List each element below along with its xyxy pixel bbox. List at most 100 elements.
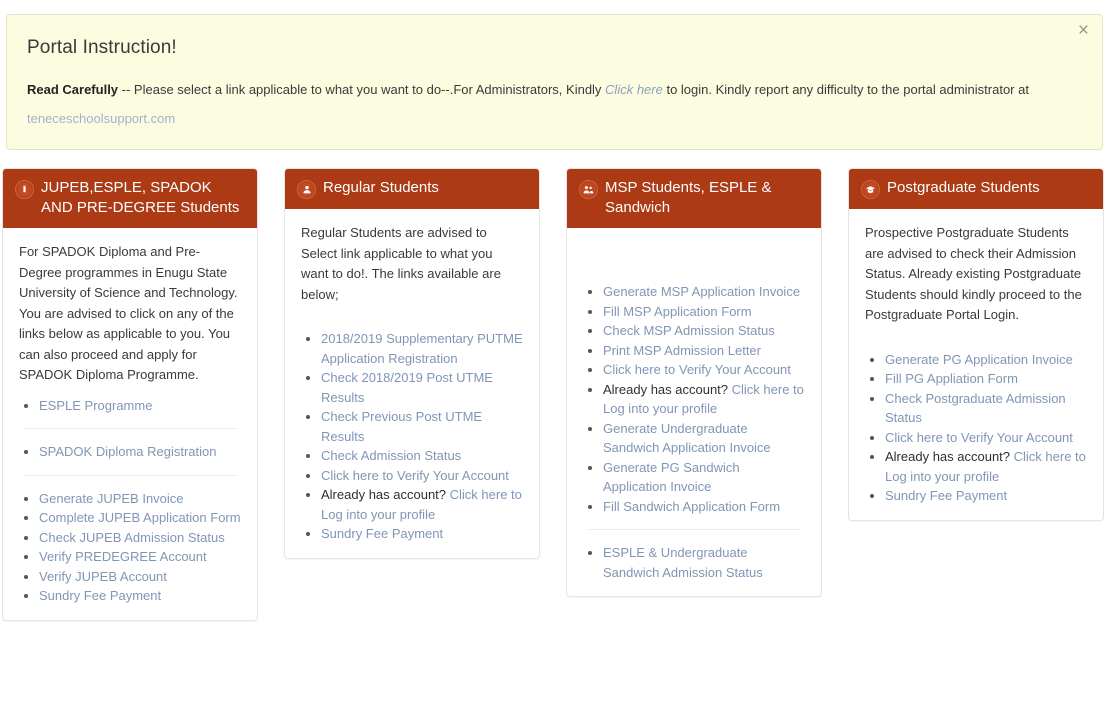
- link-generate-pg-sandwich-invoice[interactable]: Generate PG Sandwich Application Invoice: [603, 460, 740, 495]
- alert-lead: Read Carefully: [27, 82, 119, 97]
- link-generate-jupeb-invoice[interactable]: Generate JUPEB Invoice: [39, 491, 184, 506]
- panel-postgraduate-students-description: Prospective Postgraduate Students are ad…: [865, 225, 1082, 322]
- panel-msp-students: MSP Students, ESPLE & Sandwich Generate …: [566, 168, 822, 597]
- panel-regular-students: Regular Students Regular Students are ad…: [284, 168, 540, 559]
- list-item: Check MSP Admission Status: [603, 321, 805, 341]
- list-item: ESPLE & Undergraduate Sandwich Admission…: [603, 543, 805, 582]
- list-item: Generate MSP Application Invoice: [603, 282, 805, 302]
- panel-jupeb-body: For SPADOK Diploma and Pre-Degree progra…: [3, 228, 257, 620]
- portal-instruction-alert: × Portal Instruction! Read Carefully -- …: [6, 14, 1103, 150]
- link-fill-sandwich-application-form[interactable]: Fill Sandwich Application Form: [603, 499, 780, 514]
- link-generate-msp-application-invoice[interactable]: Generate MSP Application Invoice: [603, 284, 800, 299]
- admin-login-link[interactable]: Click here: [605, 82, 663, 97]
- panel-jupeb-description: For SPADOK Diploma and Pre-Degree progra…: [19, 244, 238, 382]
- panel-jupeb-header: JUPEB,ESPLE, SPADOK AND PRE-DEGREE Stude…: [3, 169, 257, 228]
- list-item: Sundry Fee Payment: [39, 586, 241, 606]
- list-item: ESPLE Programme: [39, 396, 241, 416]
- link-esple-programme[interactable]: ESPLE Programme: [39, 398, 152, 413]
- list-item: Generate JUPEB Invoice: [39, 489, 241, 509]
- panel-jupeb-list-1: ESPLE Programme: [19, 396, 241, 416]
- panel-postgraduate-students: Postgraduate Students Prospective Postgr…: [848, 168, 1104, 521]
- support-link[interactable]: teneceschoolsupport.com: [27, 111, 175, 126]
- panel-regular-students-header: Regular Students: [285, 169, 539, 209]
- link-check-previous-post-utme-results[interactable]: Check Previous Post UTME Results: [321, 409, 482, 444]
- link-verify-your-account[interactable]: Click here to Verify Your Account: [603, 362, 791, 377]
- panel-jupeb-title: JUPEB,ESPLE, SPADOK AND PRE-DEGREE Stude…: [41, 179, 240, 216]
- panel-msp-students-list-1: Generate MSP Application Invoice Fill MS…: [583, 282, 805, 516]
- link-supplementary-putme-registration[interactable]: 2018/2019 Supplementary PUTME Applicatio…: [321, 331, 523, 366]
- link-complete-jupeb-application-form[interactable]: Complete JUPEB Application Form: [39, 510, 241, 525]
- list-item: Sundry Fee Payment: [885, 486, 1087, 506]
- list-item: Check 2018/2019 Post UTME Results: [321, 368, 523, 407]
- link-verify-jupeb-account[interactable]: Verify JUPEB Account: [39, 569, 167, 584]
- list-item: Click here to Verify Your Account: [603, 360, 805, 380]
- alert-message: Read Carefully -- Please select a link a…: [27, 75, 1037, 133]
- list-item: Verify PREDEGREE Account: [39, 547, 241, 567]
- panel-jupeb-list-2: SPADOK Diploma Registration: [19, 442, 241, 462]
- panel-regular-students-body: Regular Students are advised to Select l…: [285, 209, 539, 558]
- link-check-msp-admission-status[interactable]: Check MSP Admission Status: [603, 323, 775, 338]
- link-spadok-diploma-registration[interactable]: SPADOK Diploma Registration: [39, 444, 217, 459]
- link-sundry-fee-payment[interactable]: Sundry Fee Payment: [885, 488, 1007, 503]
- panel-msp-students-list-2: ESPLE & Undergraduate Sandwich Admission…: [583, 543, 805, 582]
- divider: [23, 428, 237, 429]
- list-item: Check Admission Status: [321, 446, 523, 466]
- link-verify-your-account[interactable]: Click here to Verify Your Account: [885, 430, 1073, 445]
- panel-msp-students-header: MSP Students, ESPLE & Sandwich: [567, 169, 821, 228]
- link-fill-msp-application-form[interactable]: Fill MSP Application Form: [603, 304, 752, 319]
- panel-regular-students-description: Regular Students are advised to Select l…: [301, 225, 501, 302]
- list-item: Check JUPEB Admission Status: [39, 528, 241, 548]
- alert-text-before-link: -- Please select a link applicable to wh…: [118, 82, 606, 97]
- panel-msp-students-body: Generate MSP Application Invoice Fill MS…: [567, 228, 821, 596]
- panel-postgraduate-students-title: Postgraduate Students: [887, 179, 1040, 196]
- link-check-admission-status[interactable]: Check Admission Status: [321, 448, 461, 463]
- already-has-account-label: Already has account?: [885, 449, 1014, 464]
- info-badge-icon: [15, 180, 34, 199]
- panel-regular-students-list: 2018/2019 Supplementary PUTME Applicatio…: [301, 329, 523, 544]
- already-has-account-label: Already has account?: [603, 381, 732, 397]
- close-icon[interactable]: ×: [1078, 21, 1089, 40]
- already-has-account-label: Already has account?: [321, 487, 450, 502]
- list-item: Fill MSP Application Form: [603, 302, 805, 322]
- list-item: Check Previous Post UTME Results: [321, 407, 523, 446]
- link-verify-predegree-account[interactable]: Verify PREDEGREE Account: [39, 549, 207, 564]
- alert-title: Portal Instruction!: [27, 37, 177, 58]
- panel-jupeb: JUPEB,ESPLE, SPADOK AND PRE-DEGREE Stude…: [2, 168, 258, 621]
- panel-jupeb-list-3: Generate JUPEB Invoice Complete JUPEB Ap…: [19, 489, 241, 606]
- link-verify-your-account[interactable]: Click here to Verify Your Account: [321, 468, 509, 483]
- link-fill-pg-application-form[interactable]: Fill PG Appliation Form: [885, 371, 1018, 386]
- list-item: Generate PG Application Invoice: [885, 350, 1087, 370]
- link-sundry-fee-payment[interactable]: Sundry Fee Payment: [321, 526, 443, 541]
- list-item: Generate PG Sandwich Application Invoice: [603, 458, 805, 497]
- list-item: Sundry Fee Payment: [321, 524, 523, 544]
- link-check-jupeb-admission-status[interactable]: Check JUPEB Admission Status: [39, 530, 225, 545]
- list-item: Already has account? Click here to Log i…: [603, 380, 805, 419]
- list-item: Print MSP Admission Letter: [603, 341, 805, 361]
- list-item: Fill Sandwich Application Form: [603, 497, 805, 517]
- list-item: Fill PG Appliation Form: [885, 369, 1087, 389]
- link-check-postgraduate-admission-status[interactable]: Check Postgraduate Admission Status: [885, 391, 1066, 426]
- alert-text-after-link: to login. Kindly report any difficulty t…: [662, 82, 1029, 97]
- panel-postgraduate-students-list: Generate PG Application Invoice Fill PG …: [865, 350, 1087, 506]
- link-sundry-fee-payment[interactable]: Sundry Fee Payment: [39, 588, 161, 603]
- link-esple-undergraduate-sandwich-admission-status[interactable]: ESPLE & Undergraduate Sandwich Admission…: [603, 545, 763, 580]
- list-item: Check Postgraduate Admission Status: [885, 389, 1087, 428]
- link-check-post-utme-results[interactable]: Check 2018/2019 Post UTME Results: [321, 370, 493, 405]
- group-badge-icon: [579, 180, 598, 199]
- panel-regular-students-title: Regular Students: [323, 179, 439, 196]
- link-generate-undergraduate-sandwich-invoice[interactable]: Generate Undergraduate Sandwich Applicat…: [603, 421, 771, 456]
- divider: [587, 529, 801, 530]
- list-item: Generate Undergraduate Sandwich Applicat…: [603, 419, 805, 458]
- link-generate-pg-application-invoice[interactable]: Generate PG Application Invoice: [885, 352, 1073, 367]
- list-item: Already has account? Click here to Log i…: [321, 485, 523, 524]
- panel-msp-students-title: MSP Students, ESPLE & Sandwich: [605, 179, 772, 216]
- list-item: Complete JUPEB Application Form: [39, 508, 241, 528]
- panel-postgraduate-students-body: Prospective Postgraduate Students are ad…: [849, 209, 1103, 520]
- divider: [23, 474, 237, 476]
- list-item: Click here to Verify Your Account: [321, 466, 523, 486]
- list-item: SPADOK Diploma Registration: [39, 442, 241, 462]
- students-badge-icon: [297, 180, 316, 199]
- link-print-msp-admission-letter[interactable]: Print MSP Admission Letter: [603, 343, 761, 358]
- list-item: Click here to Verify Your Account: [885, 428, 1087, 448]
- list-item: Verify JUPEB Account: [39, 567, 241, 587]
